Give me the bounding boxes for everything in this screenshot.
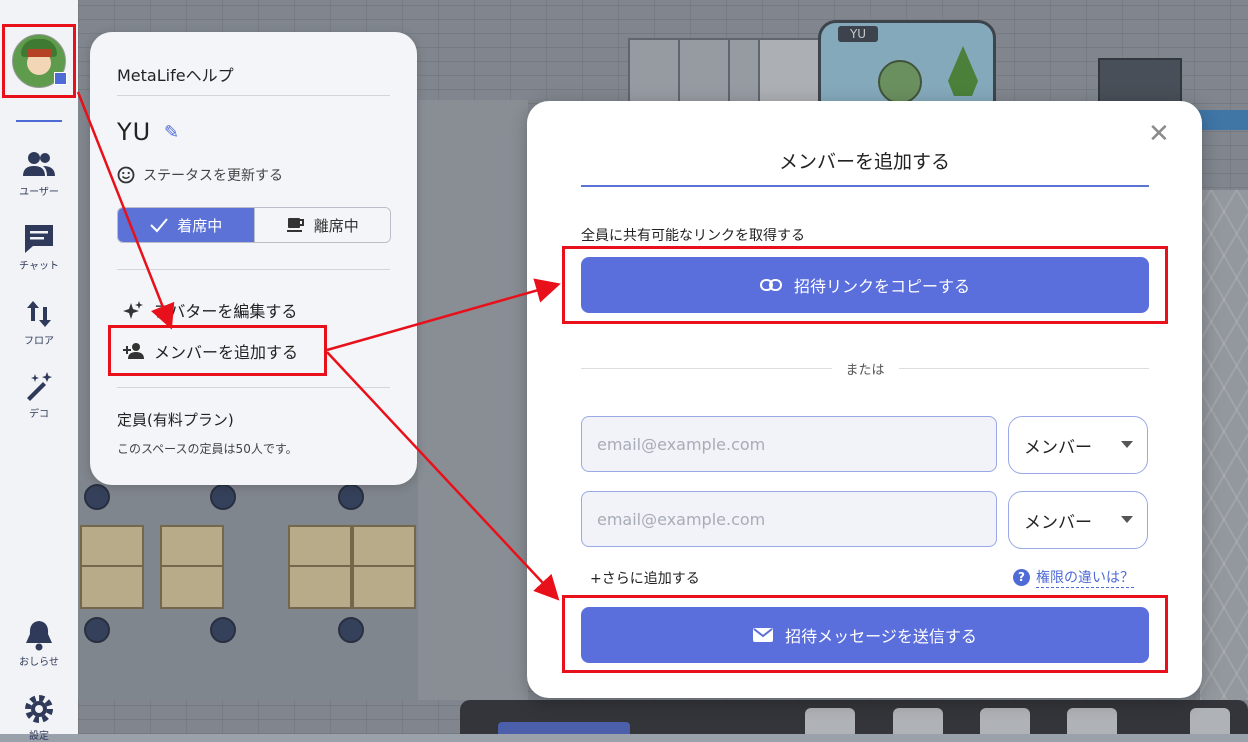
annotation-box-avatar [2, 24, 76, 98]
smile-icon [117, 166, 135, 184]
role-value: メンバー [1024, 512, 1092, 533]
help-panel: MetaLifeヘルプ YU ✎ ステータスを更新する 着席中 離席中 アバター… [90, 32, 417, 485]
sidebar-item-label: チャット [19, 261, 59, 272]
status-update-button[interactable]: ステータスを更新する [117, 165, 283, 185]
role-select-2[interactable]: メンバー [1008, 491, 1148, 549]
status-update-label: ステータスを更新する [143, 168, 283, 184]
chevron-down-icon [1121, 516, 1133, 523]
divider [117, 95, 390, 96]
or-text: または [845, 363, 885, 378]
add-more-link[interactable]: +さらに追加する [590, 568, 700, 588]
status-present-button[interactable]: 着席中 [118, 208, 254, 242]
sidebar-item-chat[interactable]: チャット [0, 222, 78, 272]
close-icon[interactable]: ✕ [1148, 119, 1170, 149]
sidebar-divider [16, 120, 62, 122]
plan-description: このスペースの定員は50人です。 [117, 442, 298, 456]
username: YU [117, 118, 152, 146]
floor-icon [27, 301, 51, 327]
divider [117, 387, 390, 388]
sidebar-item-settings[interactable]: 設定 [0, 692, 78, 742]
sidebar-item-notifications[interactable]: おしらせ [0, 618, 78, 668]
status-away-button[interactable]: 離席中 [253, 208, 390, 242]
bell-icon [26, 621, 52, 651]
divider [117, 269, 390, 270]
or-divider: または [581, 359, 1150, 378]
left-sidebar: ユーザー チャット フロア デコ おしらせ 設定 [0, 0, 78, 742]
role-select-1[interactable]: メンバー [1008, 416, 1148, 474]
title-underline [581, 185, 1149, 187]
presence-toggle: 着席中 離席中 [117, 207, 391, 243]
edit-avatar-item[interactable]: アバターを編集する [122, 298, 297, 322]
annotation-box-copy-link [562, 246, 1168, 324]
share-link-label: 全員に共有可能なリンクを取得する [581, 228, 805, 244]
sidebar-item-label: デコ [29, 409, 49, 420]
gear-icon [25, 695, 53, 723]
sidebar-item-label: フロア [24, 336, 54, 347]
panel-title: MetaLifeヘルプ [117, 66, 234, 85]
sparkle-icon [123, 301, 143, 319]
edit-name-icon[interactable]: ✎ [164, 122, 179, 143]
edit-avatar-label: アバターを編集する [154, 302, 298, 321]
permission-help-link[interactable]: ? 権限の違いは？ [1013, 567, 1134, 588]
status-away-label: 離席中 [313, 216, 359, 235]
permission-help-label: 権限の違いは？ [1036, 567, 1134, 588]
magic-wand-icon [27, 372, 52, 401]
users-icon [23, 152, 55, 176]
sidebar-item-deco[interactable]: デコ [0, 370, 78, 420]
email-input-2[interactable] [581, 491, 997, 547]
sidebar-item-users[interactable]: ユーザー [0, 148, 78, 198]
sidebar-item-label: ユーザー [19, 187, 59, 198]
sidebar-item-floor[interactable]: フロア [0, 297, 78, 347]
help-icon: ? [1013, 569, 1030, 586]
role-value: メンバー [1024, 437, 1092, 458]
check-icon [150, 218, 169, 233]
modal-title: メンバーを追加する [778, 151, 950, 173]
plan-title: 定員(有料プラン) [117, 411, 234, 429]
annotation-box-add-member [108, 325, 327, 376]
coffee-icon [286, 218, 304, 232]
sidebar-item-label: 設定 [29, 731, 49, 742]
chevron-down-icon [1121, 441, 1133, 448]
chat-icon [25, 225, 53, 253]
sidebar-item-label: おしらせ [19, 657, 59, 668]
annotation-box-send [562, 595, 1168, 673]
email-input-1[interactable] [581, 416, 997, 472]
status-present-label: 着席中 [177, 216, 223, 235]
